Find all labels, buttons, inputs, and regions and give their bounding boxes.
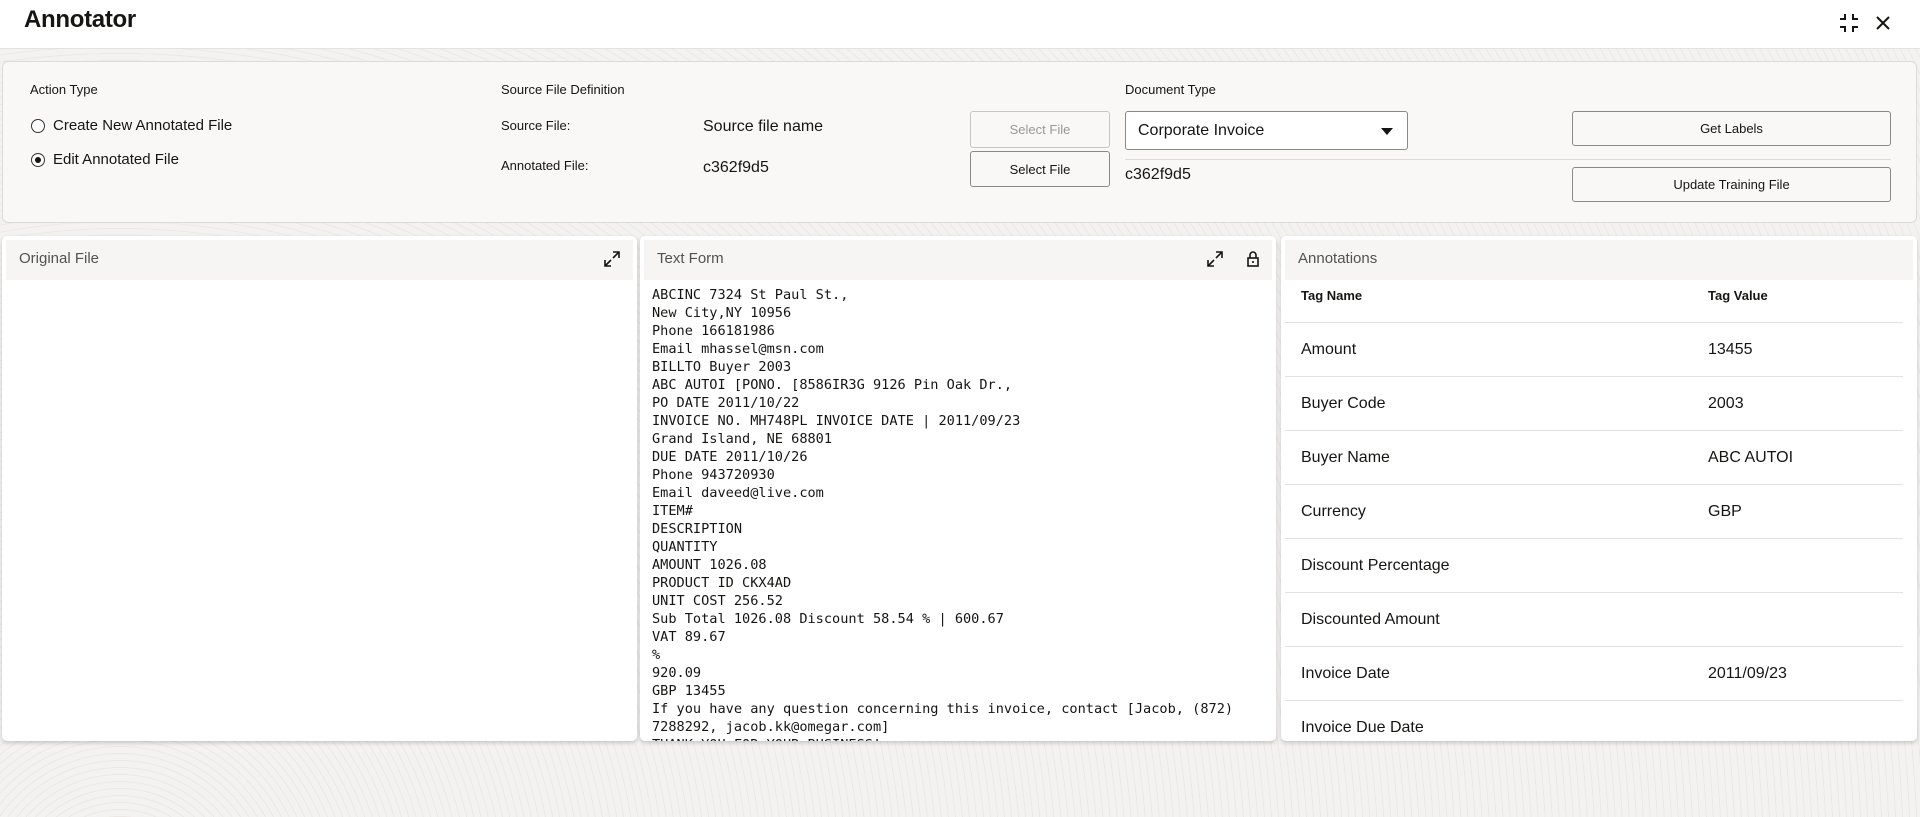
tag-value: 2003 — [1708, 394, 1744, 412]
table-row[interactable]: Discounted Amount — [1285, 593, 1903, 647]
source-definition-label: Source File Definition — [501, 82, 625, 97]
radio-button[interactable] — [31, 118, 45, 133]
radio-label: Edit Annotated File — [53, 151, 179, 168]
table-row[interactable]: Amount 13455 — [1285, 323, 1903, 377]
action-type-label: Action Type — [30, 82, 98, 97]
annotations-panel: Annotations Tag Name Tag Value Amount 134… — [1281, 236, 1917, 741]
tag-name: Discounted Amount — [1301, 610, 1440, 628]
action-panel: Action Type Create New Annotated File Ed… — [2, 61, 1917, 223]
radio-button[interactable] — [31, 152, 45, 167]
tag-name: Currency — [1301, 502, 1366, 520]
tag-name: Buyer Name — [1301, 448, 1390, 466]
tag-name: Invoice Due Date — [1301, 718, 1424, 736]
table-header: Tag Name Tag Value — [1285, 269, 1903, 323]
page-title: Annotator — [24, 6, 136, 33]
text-form-content[interactable]: ABCINC 7324 St Paul St., New City,NY 109… — [652, 286, 1270, 741]
column-tag-value: Tag Value — [1708, 288, 1768, 303]
tag-name: Discount Percentage — [1301, 556, 1450, 574]
tag-value: GBP — [1708, 502, 1742, 520]
update-training-file-button[interactable]: Update Training File — [1572, 167, 1891, 202]
tag-name: Amount — [1301, 340, 1357, 358]
tag-value: 13455 — [1708, 340, 1753, 358]
original-file-panel: Original File — [2, 236, 637, 741]
radio-edit[interactable]: Edit Annotated File — [31, 151, 179, 168]
document-type-select[interactable]: Corporate Invoice — [1125, 111, 1408, 150]
caret-down-icon — [1381, 128, 1393, 135]
expand-icon[interactable] — [1206, 250, 1224, 268]
document-file-value: c362f9d5 — [1125, 166, 1191, 183]
text-form-panel: Text Form ABCINC 7324 St Paul St., New C… — [640, 236, 1276, 741]
table-row[interactable]: Invoice Due Date — [1285, 701, 1903, 741]
close-icon[interactable] — [1870, 10, 1896, 36]
panel-title: Text Form — [644, 240, 1272, 280]
get-labels-button[interactable]: Get Labels — [1572, 111, 1891, 146]
column-tag-name: Tag Name — [1301, 288, 1363, 303]
collapse-icon[interactable] — [1836, 10, 1862, 36]
divider — [1125, 159, 1891, 160]
table-row[interactable]: Buyer Name ABC AUTOI — [1285, 431, 1903, 485]
tag-name: Buyer Code — [1301, 394, 1386, 412]
expand-icon[interactable] — [603, 250, 621, 268]
table-row[interactable]: Currency GBP — [1285, 485, 1903, 539]
document-type-label: Document Type — [1125, 82, 1216, 97]
tag-name: Invoice Date — [1301, 664, 1390, 682]
panel-title: Original File — [6, 240, 633, 280]
lock-icon[interactable] — [1244, 250, 1262, 268]
annotated-file-value: c362f9d5 — [703, 159, 769, 176]
tag-value: 2011/09/23 — [1708, 664, 1787, 682]
table-row[interactable]: Invoice Date 2011/09/23 — [1285, 647, 1903, 701]
radio-create-new[interactable]: Create New Annotated File — [31, 117, 232, 134]
radio-label: Create New Annotated File — [53, 117, 233, 134]
source-file-value: Source file name — [703, 118, 824, 135]
selected-value: Corporate Invoice — [1138, 121, 1265, 139]
source-file-label: Source File: — [501, 118, 571, 133]
table-row[interactable]: Discount Percentage — [1285, 539, 1903, 593]
annotated-file-label: Annotated File: — [501, 158, 589, 173]
select-source-file-button[interactable]: Select File — [970, 111, 1110, 148]
tag-value: ABC AUTOI — [1708, 448, 1794, 466]
title-bar: Annotator — [0, 0, 1920, 49]
table-row[interactable]: Buyer Code 2003 — [1285, 377, 1903, 431]
select-annotated-file-button[interactable]: Select File — [970, 151, 1110, 187]
